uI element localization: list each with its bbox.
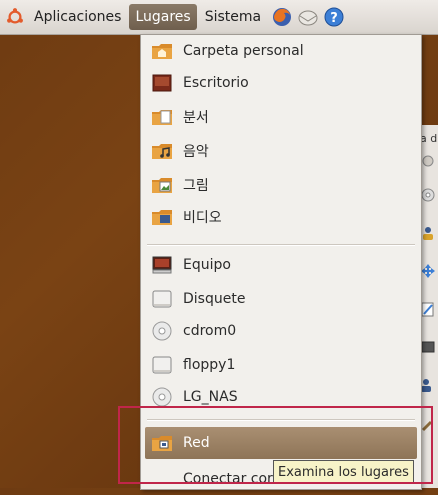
cdrom-icon <box>152 387 172 407</box>
menu-item-label: floppy1 <box>183 357 236 373</box>
mail-icon[interactable] <box>297 6 319 28</box>
menu-item-documentos[interactable]: 분서 <box>145 101 417 133</box>
menu-item-label: Conectar cor <box>183 471 273 487</box>
edit-icon <box>421 302 434 317</box>
network-folder-icon <box>152 436 172 451</box>
music-folder-icon <box>152 144 172 159</box>
firefox-icon[interactable] <box>271 6 293 28</box>
menu-item-label: 음악 <box>183 144 209 160</box>
user-icon <box>423 227 433 240</box>
gear-icon <box>422 155 434 167</box>
users-icon <box>421 379 431 392</box>
menu-item-lg-nas[interactable]: LG_NAS <box>145 381 417 413</box>
places-menu: Carpeta personal Escritorio 분서 음악 그림 비디오… <box>140 34 422 490</box>
menu-item-label: Equipo <box>183 257 231 273</box>
menu-item-label: Carpeta personal <box>183 43 304 59</box>
menu-aplicaciones[interactable]: Aplicaciones <box>28 4 127 30</box>
menu-lugares[interactable]: Lugares <box>129 4 197 30</box>
menu-item-equipo[interactable]: Equipo <box>145 249 417 281</box>
menu-item-cdrom0[interactable]: cdrom0 <box>145 315 417 347</box>
floppy-drive-icon <box>152 290 172 308</box>
floppy-drive-icon <box>152 356 172 374</box>
menu-item-carpeta-personal[interactable]: Carpeta personal <box>145 35 417 67</box>
home-folder-icon <box>152 44 172 59</box>
menu-item-label: Red <box>183 435 210 451</box>
help-icon[interactable]: ? <box>323 6 345 28</box>
pictures-folder-icon <box>152 178 172 193</box>
desktop-icon <box>152 74 172 92</box>
computer-icon <box>152 256 172 274</box>
menu-item-label: cdrom0 <box>183 323 237 339</box>
menu-item-musica[interactable]: 음악 <box>145 135 417 167</box>
disc-icon <box>421 188 435 202</box>
menu-item-label: Escritorio <box>183 75 249 91</box>
top-panel: Aplicaciones Lugares Sistema ? <box>0 0 438 35</box>
cdrom-icon <box>152 321 172 341</box>
blank-icon <box>151 468 173 490</box>
menu-item-videos[interactable]: 비디오 <box>145 201 417 233</box>
menu-item-label: 그림 <box>183 178 209 194</box>
documents-folder-icon <box>152 110 172 125</box>
menu-separator <box>147 419 415 421</box>
menu-item-label: LG_NAS <box>183 389 238 405</box>
tool-icon <box>421 420 433 432</box>
menu-item-label: Disquete <box>183 291 246 307</box>
menu-item-imagenes[interactable]: 그림 <box>145 169 417 201</box>
videos-folder-icon <box>152 210 172 225</box>
menu-item-escritorio[interactable]: Escritorio <box>145 67 417 99</box>
menu-item-red[interactable]: Red <box>145 427 417 459</box>
menu-item-label: 분서 <box>183 110 209 126</box>
window-icon <box>421 341 435 353</box>
menu-item-label: 비디오 <box>183 210 222 226</box>
menu-item-disquete[interactable]: Disquete <box>145 283 417 315</box>
menu-item-floppy1[interactable]: floppy1 <box>145 349 417 381</box>
menu-sistema-label: Sistema <box>204 9 262 25</box>
move-icon <box>421 264 435 278</box>
menu-separator <box>147 244 415 246</box>
background-window-text: a d <box>420 132 438 145</box>
tooltip: Examina los lugares <box>273 460 414 484</box>
menu-aplicaciones-label: Aplicaciones <box>34 9 122 25</box>
ubuntu-logo-icon[interactable] <box>6 8 24 26</box>
menu-lugares-label: Lugares <box>135 9 191 25</box>
svg-text:?: ? <box>330 11 338 26</box>
menu-sistema[interactable]: Sistema <box>199 4 267 30</box>
